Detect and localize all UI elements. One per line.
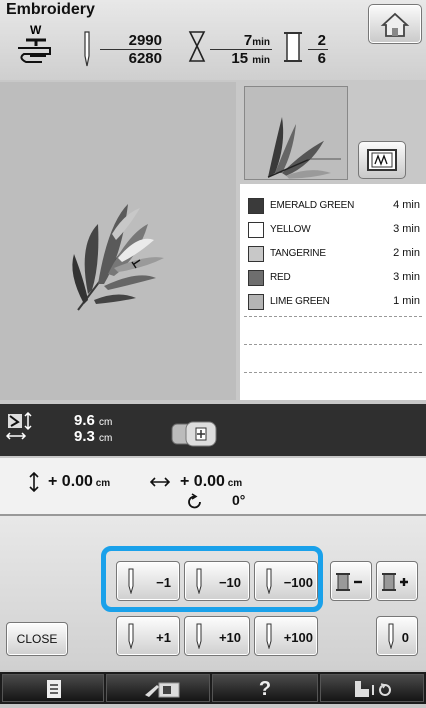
- design-size-icon: [6, 412, 32, 440]
- color-swatch-tangerine: [248, 246, 264, 262]
- list-divider: [244, 316, 422, 317]
- color-row-4[interactable]: RED 3 min: [240, 266, 426, 290]
- needle-icon: [128, 568, 134, 594]
- pattern-settings-button[interactable]: [2, 674, 104, 702]
- needle-icon: [266, 568, 272, 594]
- color-name: YELLOW: [270, 224, 311, 235]
- next-color-button[interactable]: [376, 561, 418, 601]
- rotation-angle: 0°: [232, 492, 246, 508]
- button-label: CLOSE: [16, 632, 58, 646]
- needle-icon: [128, 623, 134, 649]
- forward-1-stitch-button[interactable]: +1: [116, 616, 180, 656]
- settings-button[interactable]: [320, 674, 424, 702]
- color-time: 1 min: [393, 295, 420, 307]
- color-row-2[interactable]: YELLOW 3 min: [240, 218, 426, 242]
- vertical-offset: + 0.00 cm: [48, 473, 111, 490]
- color-name: RED: [270, 272, 291, 283]
- color-time: 3 min: [393, 223, 420, 235]
- leaf-thumbnail-icon: [267, 117, 341, 179]
- color-swatch-yellow: [248, 222, 264, 238]
- button-label: +10: [218, 630, 241, 645]
- back-10-stitches-button[interactable]: −10: [184, 561, 250, 601]
- design-thumbnail: [244, 86, 348, 180]
- rotate-icon: [188, 493, 201, 509]
- color-row-3[interactable]: TANGERINE 2 min: [240, 242, 426, 266]
- color-current: 2: [317, 32, 326, 49]
- presser-foot-w-icon: W: [18, 23, 51, 63]
- color-time: 2 min: [393, 247, 420, 259]
- vertical-arrow-icon: [29, 472, 39, 492]
- color-name: TANGERINE: [270, 248, 326, 259]
- button-label: −10: [218, 575, 241, 590]
- horizontal-offset: + 0.00 cm: [180, 473, 243, 490]
- back-100-stitches-button[interactable]: −100: [254, 561, 318, 601]
- sheet-icon: [47, 680, 61, 698]
- button-label: 0: [401, 630, 409, 645]
- design-height: 9.6 cm: [74, 412, 113, 429]
- svg-text:W: W: [30, 23, 42, 37]
- stitch-total: 6280: [128, 50, 162, 67]
- embroidery-preview: [0, 82, 236, 400]
- color-name: LIME GREEN: [270, 296, 330, 307]
- button-label: −100: [283, 575, 313, 590]
- needle-icon: [388, 623, 394, 649]
- sewing-machine-settings-icon: [355, 681, 391, 697]
- design-width: 9.3 cm: [74, 428, 113, 445]
- time-current: 7min: [243, 32, 270, 49]
- return-to-start-button[interactable]: 0: [376, 616, 418, 656]
- hourglass-icon: [188, 31, 206, 62]
- back-1-stitch-button[interactable]: −1: [116, 561, 180, 601]
- list-divider: [244, 372, 422, 373]
- forward-10-stitches-button[interactable]: +10: [184, 616, 250, 656]
- leaf-design-icon: [72, 204, 164, 311]
- spool-plus-icon: [382, 573, 408, 591]
- embroidery-unit-icon: [145, 682, 180, 698]
- forward-100-stitches-button[interactable]: +100: [254, 616, 318, 656]
- needle-icon: [196, 568, 202, 594]
- button-label: +1: [156, 630, 171, 645]
- embroidery-frame-button[interactable]: [358, 141, 406, 179]
- color-total: 6: [317, 50, 326, 67]
- time-total: 15 min: [231, 50, 270, 67]
- needle-icon: [84, 31, 90, 67]
- home-icon: [380, 12, 410, 37]
- needle-icon: [266, 623, 272, 649]
- help-icon: ?: [258, 678, 272, 700]
- color-time: 3 min: [393, 271, 420, 283]
- frame-display-icon: [367, 149, 397, 171]
- color-swatch-lime-green: [248, 294, 264, 310]
- spool-minus-icon: [336, 573, 362, 591]
- close-button[interactable]: CLOSE: [6, 622, 68, 656]
- color-row-1[interactable]: EMERALD GREEN 4 min: [240, 194, 426, 218]
- color-row-5[interactable]: LIME GREEN 1 min: [240, 290, 426, 314]
- color-name: EMERALD GREEN: [270, 200, 355, 211]
- embroidery-unit-button[interactable]: [106, 674, 210, 702]
- stitch-current: 2990: [128, 32, 162, 49]
- horizontal-arrow-icon: [150, 477, 170, 487]
- button-label: +100: [283, 630, 313, 645]
- help-button[interactable]: ?: [212, 674, 318, 702]
- needle-icon: [196, 623, 202, 649]
- previous-color-button[interactable]: [330, 561, 372, 601]
- list-divider: [244, 344, 422, 345]
- page-title: Embroidery: [6, 1, 95, 18]
- color-time: 4 min: [393, 199, 420, 211]
- thread-color-list: EMERALD GREEN 4 min YELLOW 3 min TANGERI…: [240, 184, 426, 400]
- button-label: −1: [156, 575, 171, 590]
- embroidery-frame-icon: [171, 421, 217, 447]
- home-button[interactable]: [368, 4, 422, 44]
- color-swatch-red: [248, 270, 264, 286]
- color-swatch-emerald-green: [248, 198, 264, 214]
